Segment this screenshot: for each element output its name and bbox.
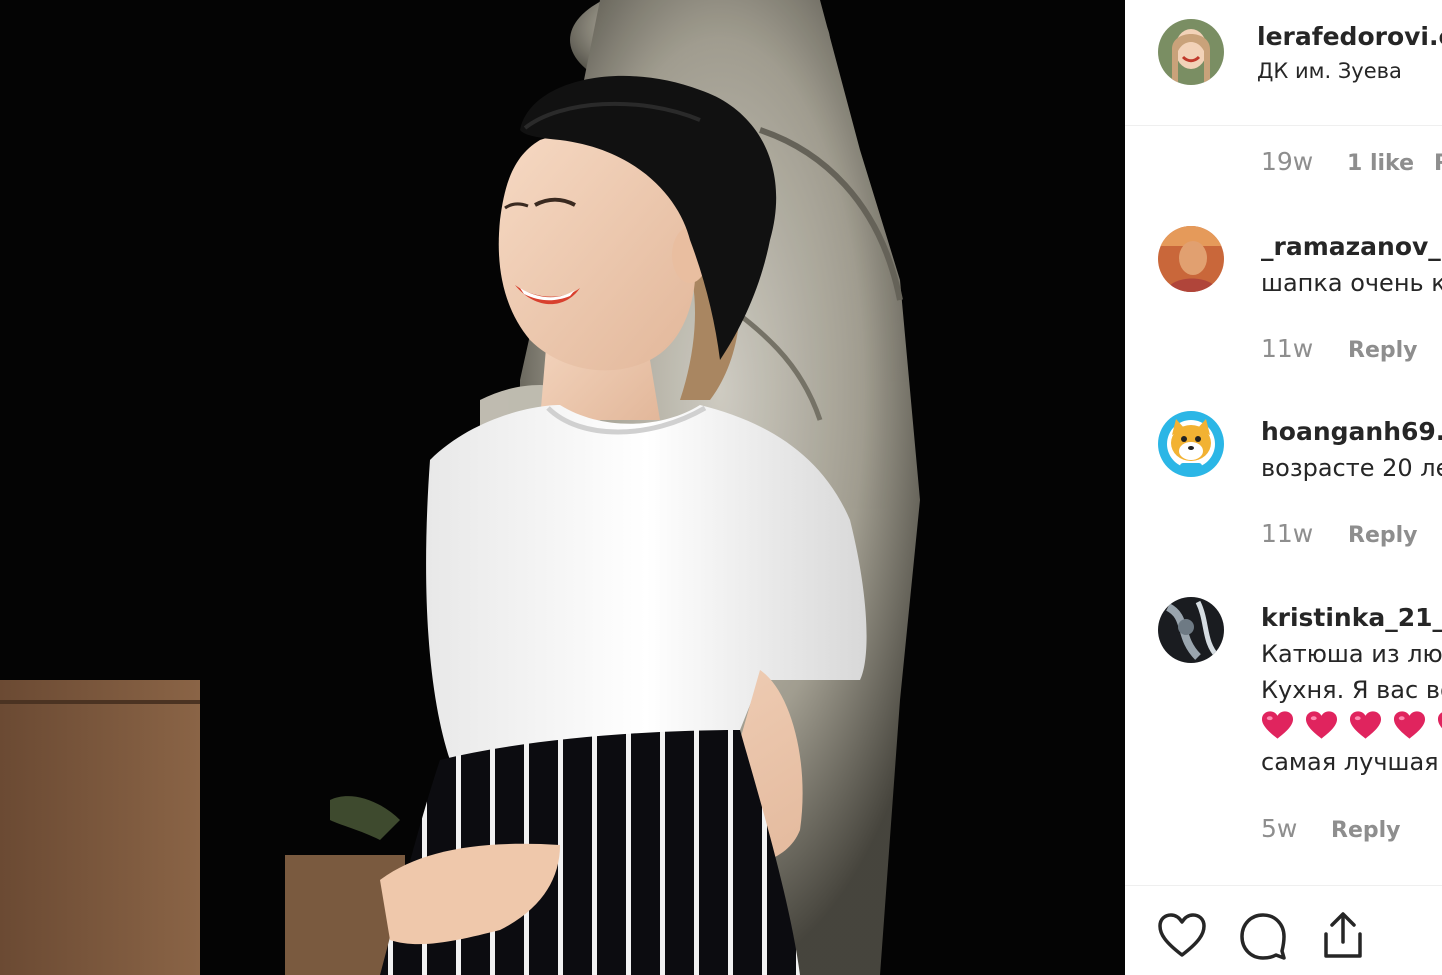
commenter-username-3[interactable]: kristinka_21_10: [1261, 603, 1442, 632]
comment-age-1[interactable]: 11w: [1261, 334, 1313, 363]
heart-icon[interactable]: [1157, 912, 1207, 962]
post-header: lerafedorovi.ch ДК им. Зуева: [1125, 0, 1442, 126]
comment-reply-button-3[interactable]: Reply: [1331, 818, 1401, 843]
comment-text-3-line-1: Катюша из лю: [1261, 640, 1442, 668]
post-photo-image: [0, 0, 1125, 975]
commenter-username-2[interactable]: hoanganh69.ro: [1261, 417, 1442, 446]
post-location[interactable]: ДК им. Зуева: [1257, 59, 1402, 83]
comment-age-2[interactable]: 11w: [1261, 519, 1313, 548]
post-side-panel: lerafedorovi.ch ДК им. Зуева 19w 1 like …: [1125, 0, 1442, 975]
comment-text-2: возрасте 20 ле: [1261, 454, 1442, 482]
post-reply-button[interactable]: Reply: [1434, 151, 1442, 176]
comment-text-3-line-2: Кухня. Я вас во: [1261, 676, 1442, 704]
comment-reply-button-2[interactable]: Reply: [1348, 523, 1418, 548]
post-photo[interactable]: [0, 0, 1125, 975]
commenter-avatar-2[interactable]: [1158, 411, 1224, 477]
commenter-username-1[interactable]: _ramazanov_9: [1261, 232, 1442, 261]
heart-emoji-icon: [1261, 711, 1294, 739]
heart-emoji-icon: [1306, 711, 1338, 739]
comment-hearts-row: [1261, 710, 1442, 740]
comment-reply-button-1[interactable]: Reply: [1348, 338, 1418, 363]
comment-text-3-line-3: самая лучшая: [1261, 748, 1439, 776]
comment-icon[interactable]: [1238, 911, 1288, 965]
heart-emoji-icon: [1394, 711, 1426, 739]
comment-age-3[interactable]: 5w: [1261, 814, 1297, 843]
heart-emoji-icon: [1438, 712, 1442, 728]
post-action-bar: [1125, 885, 1442, 975]
post-like-count[interactable]: 1 like: [1347, 151, 1414, 176]
instagram-post-view: lerafedorovi.ch ДК им. Зуева 19w 1 like …: [0, 0, 1442, 975]
commenter-avatar-1[interactable]: [1158, 226, 1224, 292]
doge-avatar-image: [1158, 411, 1224, 477]
post-age[interactable]: 19w: [1261, 147, 1313, 176]
comment-text-1: шапка очень к: [1261, 269, 1442, 297]
author-avatar[interactable]: [1158, 19, 1224, 85]
author-username[interactable]: lerafedorovi.ch: [1257, 22, 1442, 51]
heart-emoji-icon: [1350, 711, 1382, 739]
commenter-avatar-3[interactable]: [1158, 597, 1224, 663]
share-icon[interactable]: [1320, 910, 1366, 964]
